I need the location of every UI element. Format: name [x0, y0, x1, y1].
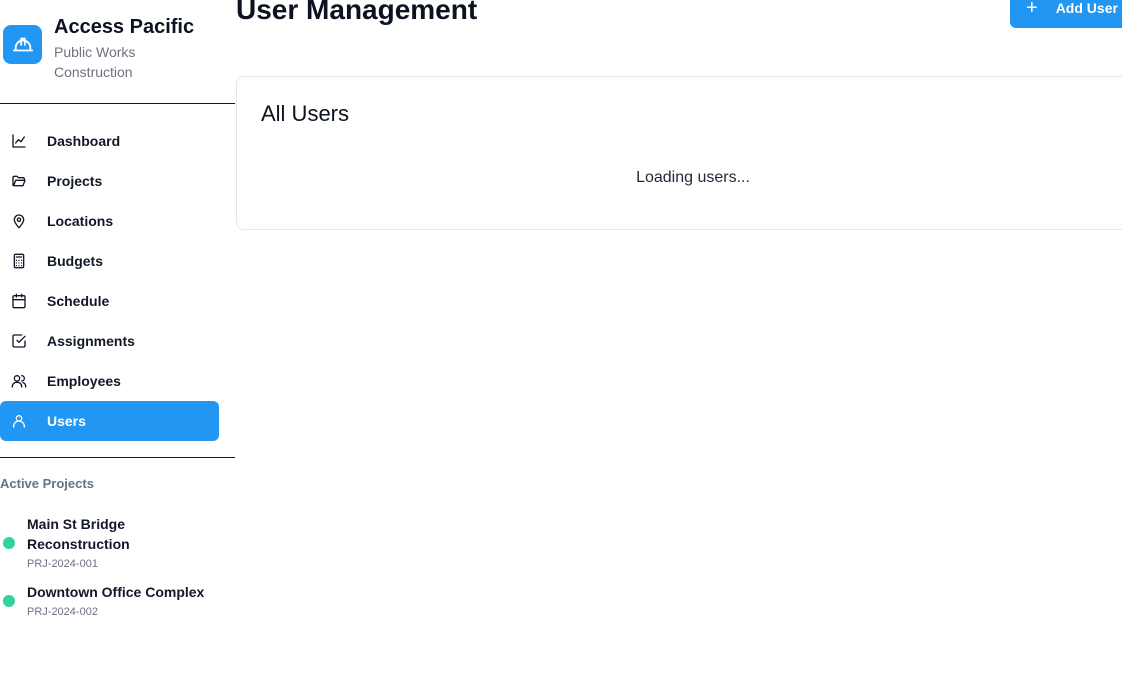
chart-line-icon — [11, 133, 27, 149]
project-name-line2: Reconstruction — [27, 536, 130, 552]
app-root: Access Pacific Public Works Construction… — [0, 0, 1122, 690]
brand: Access Pacific Public Works Construction — [3, 14, 194, 82]
active-project-item[interactable]: Downtown Office Complex PRJ-2024-002 — [0, 582, 235, 620]
map-pin-icon — [11, 213, 27, 229]
calculator-icon — [11, 253, 27, 269]
users-card: All Users Loading users... — [236, 76, 1122, 230]
brand-title: Access Pacific — [54, 16, 195, 38]
check-square-icon — [11, 333, 27, 349]
project-name-line1: Downtown Office Complex — [27, 584, 205, 600]
sidebar-item-assignments[interactable]: Assignments — [0, 321, 219, 361]
sidebar-item-employees[interactable]: Employees — [0, 361, 219, 401]
sidebar-item-label: Projects — [47, 173, 103, 189]
brand-subtitle-line2: Construction — [54, 64, 133, 80]
sidebar-item-projects[interactable]: Projects — [0, 161, 219, 201]
sidebar-item-label: Dashboard — [47, 133, 121, 149]
project-name: Main St Bridge Reconstruction — [27, 514, 130, 554]
sidebar-item-label: Employees — [47, 373, 121, 389]
sidebar-item-schedule[interactable]: Schedule — [0, 281, 219, 321]
active-projects-list: Main St Bridge Reconstruction PRJ-2024-0… — [0, 514, 235, 630]
sidebar-divider-top — [0, 103, 235, 104]
loading-message: Loading users... — [636, 169, 750, 186]
project-name: Downtown Office Complex — [27, 582, 204, 602]
project-name-line1: Main St Bridge — [27, 516, 126, 532]
sidebar-item-label: Schedule — [47, 293, 110, 309]
plus-icon: + — [1026, 0, 1038, 19]
add-user-button[interactable]: + Add User — [1010, 0, 1122, 28]
sidebar: Access Pacific Public Works Construction… — [0, 0, 235, 690]
brand-subtitle: Public Works Construction — [54, 42, 194, 82]
project-code: PRJ-2024-001 — [27, 558, 98, 570]
sidebar-divider-bottom — [0, 457, 235, 458]
calendar-icon — [11, 293, 27, 309]
user-icon — [11, 413, 27, 429]
active-project-item[interactable]: Main St Bridge Reconstruction PRJ-2024-0… — [0, 514, 235, 572]
status-dot-icon — [3, 595, 15, 607]
folder-open-icon — [11, 173, 27, 189]
hard-hat-icon — [3, 25, 42, 64]
add-user-button-label: Add User — [1055, 0, 1118, 16]
page-title: User Management — [236, 0, 478, 25]
sidebar-item-users[interactable]: Users — [0, 401, 219, 441]
sidebar-item-label: Assignments — [47, 333, 135, 349]
project-code: PRJ-2024-002 — [27, 606, 98, 618]
users-icon — [11, 373, 27, 389]
sidebar-item-budgets[interactable]: Budgets — [0, 241, 219, 281]
active-projects-title: Active Projects — [0, 476, 94, 491]
card-title: All Users — [261, 101, 350, 126]
sidebar-item-label: Locations — [47, 213, 114, 229]
brand-subtitle-line1: Public Works — [54, 44, 136, 60]
sidebar-nav: Dashboard Projects Locations Budgets Sch… — [0, 121, 219, 441]
sidebar-item-dashboard[interactable]: Dashboard — [0, 121, 219, 161]
sidebar-item-label: Users — [47, 413, 86, 429]
sidebar-item-locations[interactable]: Locations — [0, 201, 219, 241]
sidebar-item-label: Budgets — [47, 253, 103, 269]
status-dot-icon — [3, 537, 15, 549]
